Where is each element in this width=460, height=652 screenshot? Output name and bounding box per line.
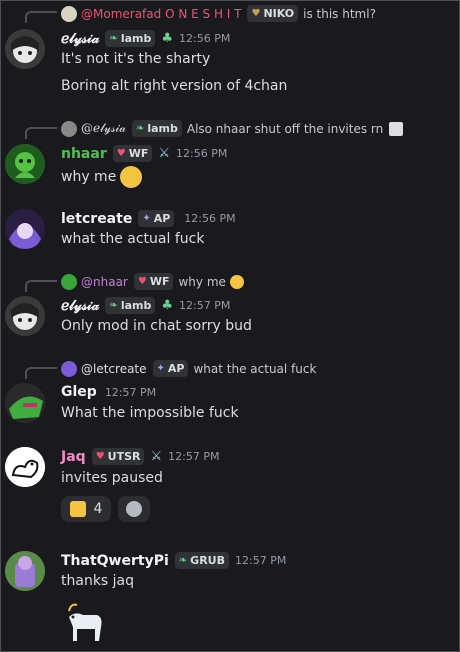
timestamp: 12:56 PM (184, 212, 236, 225)
avatar[interactable] (5, 144, 45, 184)
reply-preview[interactable]: @letcreate ✦ AP what the actual fuck (61, 360, 316, 377)
avatar-image (5, 296, 45, 336)
goat-image (68, 603, 102, 641)
avatar[interactable] (5, 209, 45, 249)
avatar[interactable] (5, 447, 45, 487)
author-name[interactable]: letcreate (61, 211, 132, 227)
role-tag: ♥ UTSR (91, 448, 145, 465)
clover-icon: ♣ (161, 31, 173, 46)
crying-emoji-icon (229, 274, 244, 289)
leaf-icon: ❧ (109, 33, 118, 44)
sparkle-icon: ✦ (156, 363, 165, 374)
reply-avatar (61, 273, 77, 290)
leaf-icon: ❧ (109, 300, 118, 311)
reply-text: why me (178, 274, 226, 289)
message-text: what the actual fuck (61, 231, 205, 247)
author-name[interactable]: ℯ𝓁𝓎𝓈𝒾𝒶 (61, 31, 99, 47)
role-tag: ❧ lamb (105, 30, 156, 47)
clover-icon: ♣ (161, 298, 173, 313)
timestamp: 12:56 PM (179, 32, 231, 45)
author-name[interactable]: nhaar (61, 146, 107, 162)
avatar[interactable] (5, 296, 45, 336)
role-tag: ❧ GRUB (174, 552, 229, 569)
reply-spine (25, 11, 57, 23)
reply-role-tag: ❧ lamb (131, 120, 182, 137)
sword-icon: ⚔ (150, 449, 163, 464)
message-line: why me (61, 166, 143, 188)
thumbs-up-icon (69, 501, 86, 517)
avatar[interactable] (5, 551, 45, 591)
reply-avatar (61, 5, 77, 22)
reply-preview[interactable]: @nhaar ♥ WF why me (61, 273, 244, 290)
reply-author[interactable]: @letcreate (81, 362, 147, 376)
avatar-image (5, 144, 45, 184)
image-icon (389, 121, 404, 136)
heart-icon: ♥ (95, 451, 105, 462)
reply-role-tag: ♥ WF (133, 273, 174, 290)
reply-avatar (61, 360, 77, 377)
leaf-icon: ❧ (178, 555, 188, 566)
heart-icon: ♥ (137, 276, 147, 287)
smiley-icon (126, 501, 142, 517)
reply-avatar (61, 120, 77, 137)
author-name[interactable]: ℯ𝓁𝓎𝓈𝒾𝒶 (61, 298, 99, 314)
timestamp: 12:57 PM (168, 450, 220, 463)
reaction-thumbs-up[interactable]: 4 (61, 496, 111, 522)
role-tag: ❧ lamb (105, 297, 156, 314)
avatar-image (5, 551, 45, 591)
reply-text: is this html? (303, 6, 376, 21)
avatar-image (5, 383, 45, 423)
avatar-image (5, 209, 45, 249)
timestamp: 12:56 PM (176, 147, 228, 160)
heart-icon: ♥ (116, 148, 126, 159)
timestamp: 12:57 PM (235, 554, 287, 567)
reply-role-tag: ♥ NIKO (247, 5, 299, 22)
goat-emoji-icon (61, 597, 109, 645)
reply-author[interactable]: @Momerafad O N E S H I T (81, 7, 241, 21)
add-reaction-button[interactable] (118, 496, 150, 522)
timestamp: 12:57 PM (104, 385, 157, 399)
reply-author[interactable]: @nhaar (81, 275, 128, 289)
reply-spine (25, 127, 57, 139)
reply-preview[interactable]: @ℯ𝓁𝓎𝓈𝒾𝒶 ❧ lamb Also nhaar shut off the in… (61, 120, 404, 137)
heart-icon: ♥ (251, 8, 261, 19)
reply-spine (25, 367, 57, 379)
message-text: thanks jaq (61, 573, 135, 589)
message-text: Boring alt right version of 4chan (61, 78, 288, 94)
author-name[interactable]: Jaq (61, 449, 86, 465)
leaf-icon: ❧ (135, 123, 145, 134)
sword-icon: ⚔ (158, 146, 171, 161)
avatar-image (5, 29, 45, 69)
crying-emoji-icon (120, 166, 143, 188)
avatar[interactable] (5, 383, 45, 423)
reply-text: Also nhaar shut off the invites rn (186, 121, 384, 136)
message-text: invites paused (61, 470, 163, 486)
message-text: It's not it's the sharty (61, 51, 211, 67)
avatar-image (5, 447, 45, 487)
avatar[interactable] (5, 29, 45, 69)
role-tag: ♥ WF (112, 145, 153, 162)
author-name[interactable]: ThatQwertyPi (61, 553, 169, 569)
message-text: why me (61, 169, 117, 185)
role-tag: ✦ AP (138, 210, 175, 227)
reaction-count: 4 (93, 501, 103, 517)
message-text: Only mod in chat sorry bud (61, 318, 252, 334)
reply-text: what the actual fuck (193, 361, 317, 376)
message-text: What the impossible fuck (61, 405, 239, 421)
reply-preview[interactable]: @Momerafad O N E S H I T ♥ NIKO is this h… (61, 5, 376, 22)
reply-role-tag: ✦ AP (152, 360, 189, 377)
timestamp: 12:57 PM (179, 299, 231, 312)
reply-spine (25, 280, 57, 292)
chat-window: @Momerafad O N E S H I T ♥ NIKO is this h… (0, 0, 460, 652)
reply-author[interactable]: @ℯ𝓁𝓎𝓈𝒾𝒶 (81, 121, 126, 136)
author-name[interactable]: Glep (61, 384, 97, 400)
sparkle-icon: ✦ (142, 213, 151, 224)
